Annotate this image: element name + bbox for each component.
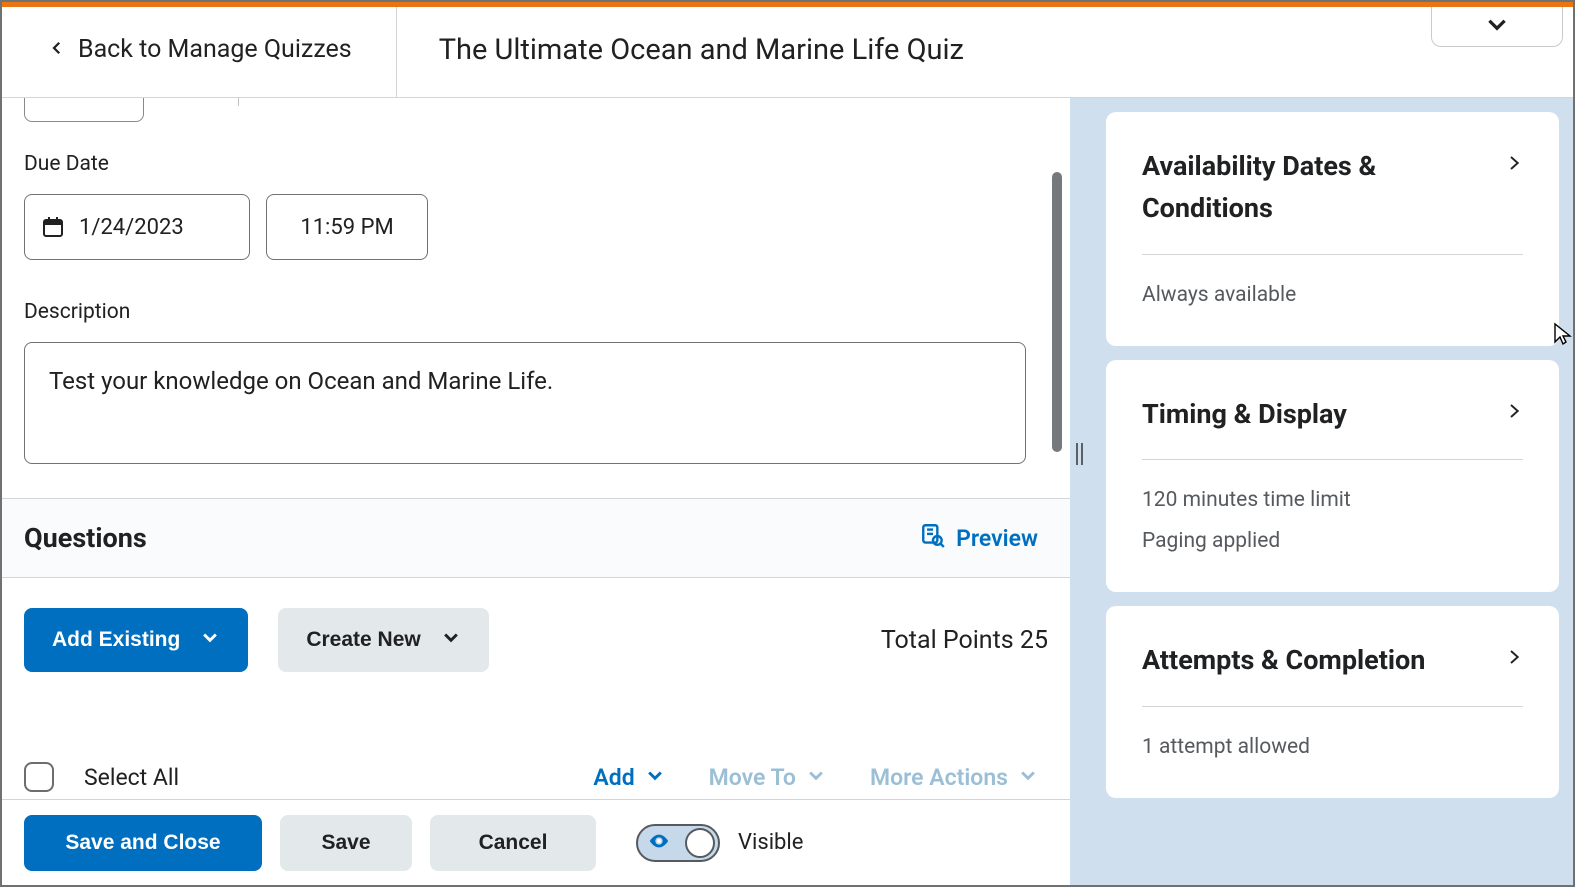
panel-attempts-meta: 1 attempt allowed bbox=[1142, 727, 1523, 768]
body: Due Date 1/24/2023 11:59 PM Description bbox=[2, 98, 1573, 885]
scrollbar-thumb[interactable] bbox=[1052, 172, 1062, 452]
visibility-label: Visible bbox=[738, 830, 803, 855]
more-actions-label: More Actions bbox=[870, 764, 1008, 791]
chevron-down-icon bbox=[806, 764, 826, 791]
footer-bar: Save and Close Save Cancel Visible bbox=[2, 799, 1070, 885]
panel-timing-header[interactable]: Timing & Display bbox=[1142, 394, 1523, 436]
panel-attempts-header[interactable]: Attempts & Completion bbox=[1142, 640, 1523, 682]
chevron-right-icon bbox=[1505, 648, 1523, 670]
toolbar-actions: Add Move To bbox=[593, 764, 1038, 791]
splitter-handle-icon bbox=[1076, 443, 1083, 465]
description-input[interactable]: Test your knowledge on Ocean and Marine … bbox=[24, 342, 1026, 464]
panel-availability-header[interactable]: Availability Dates & Conditions bbox=[1142, 146, 1523, 230]
chevron-down-icon bbox=[441, 627, 461, 653]
more-actions-dropdown[interactable]: More Actions bbox=[870, 764, 1038, 791]
description-value: Test your knowledge on Ocean and Marine … bbox=[49, 367, 553, 395]
chevron-down-icon bbox=[1484, 11, 1510, 41]
title-area: The Ultimate Ocean and Marine Life Quiz bbox=[397, 2, 964, 97]
total-points-label: Total Points 25 bbox=[881, 626, 1048, 655]
truncated-prev-section bbox=[24, 108, 1048, 130]
header-expand-tab[interactable] bbox=[1431, 5, 1563, 47]
chevron-left-icon bbox=[48, 39, 66, 61]
save-button[interactable]: Save bbox=[280, 815, 412, 871]
due-date-value: 1/24/2023 bbox=[79, 215, 184, 240]
select-all-label: Select All bbox=[84, 764, 179, 791]
chevron-down-icon bbox=[1018, 764, 1038, 791]
chevron-right-icon bbox=[1505, 154, 1523, 176]
due-date-row: 1/24/2023 11:59 PM bbox=[24, 194, 1048, 260]
app-frame: Back to Manage Quizzes The Ultimate Ocea… bbox=[0, 0, 1575, 887]
panel-meta-line: 120 minutes time limit bbox=[1142, 480, 1523, 521]
chevron-down-icon bbox=[200, 627, 220, 653]
page-title: The Ultimate Ocean and Marine Life Quiz bbox=[439, 33, 964, 67]
move-to-label: Move To bbox=[709, 764, 796, 791]
move-to-dropdown[interactable]: Move To bbox=[709, 764, 826, 791]
visibility-toggle-group: Visible bbox=[636, 824, 803, 862]
panel-attempts-title: Attempts & Completion bbox=[1142, 640, 1425, 682]
due-time-value: 11:59 PM bbox=[300, 215, 393, 240]
column-splitter[interactable] bbox=[1070, 98, 1092, 885]
add-label: Add bbox=[593, 764, 634, 791]
due-time-input[interactable]: 11:59 PM bbox=[266, 194, 428, 260]
question-list-toolbar: Select All Add Move To bbox=[24, 672, 1048, 792]
cancel-button[interactable]: Cancel bbox=[430, 815, 596, 871]
back-button[interactable]: Back to Manage Quizzes bbox=[2, 2, 397, 97]
save-and-close-button[interactable]: Save and Close bbox=[24, 815, 262, 871]
chevron-right-icon bbox=[1505, 402, 1523, 424]
questions-title: Questions bbox=[24, 522, 147, 554]
create-new-label: Create New bbox=[306, 628, 420, 652]
panel-timing-title: Timing & Display bbox=[1142, 394, 1347, 436]
add-existing-label: Add Existing bbox=[52, 628, 180, 652]
toggle-knob bbox=[685, 828, 715, 858]
due-date-input[interactable]: 1/24/2023 bbox=[24, 194, 250, 260]
questions-header-bar: Questions Preview bbox=[2, 498, 1070, 578]
panel-availability-meta: Always available bbox=[1142, 275, 1523, 316]
select-all-group: Select All bbox=[24, 762, 179, 792]
description-label: Description bbox=[24, 300, 1048, 324]
question-buttons-row: Add Existing Create New bbox=[24, 578, 1048, 672]
panel-availability: Availability Dates & Conditions Always a… bbox=[1106, 112, 1559, 346]
visibility-toggle[interactable] bbox=[636, 824, 720, 862]
panel-meta-line: Paging applied bbox=[1142, 521, 1523, 562]
eye-icon bbox=[648, 830, 670, 856]
due-date-label: Due Date bbox=[24, 152, 1048, 176]
save-and-close-label: Save and Close bbox=[65, 831, 220, 855]
select-all-checkbox[interactable] bbox=[24, 762, 54, 792]
add-existing-button[interactable]: Add Existing bbox=[24, 608, 248, 672]
cursor-icon bbox=[1551, 322, 1573, 346]
sidebar: Availability Dates & Conditions Always a… bbox=[1092, 98, 1573, 885]
create-new-button[interactable]: Create New bbox=[278, 608, 488, 672]
header: Back to Manage Quizzes The Ultimate Ocea… bbox=[2, 2, 1573, 98]
add-dropdown[interactable]: Add bbox=[593, 764, 664, 791]
preview-icon bbox=[920, 522, 946, 554]
panel-availability-title: Availability Dates & Conditions bbox=[1142, 146, 1482, 230]
main-column: Due Date 1/24/2023 11:59 PM Description bbox=[2, 98, 1070, 885]
preview-label: Preview bbox=[956, 525, 1038, 552]
chevron-down-icon bbox=[645, 764, 665, 791]
panel-timing: Timing & Display 120 minutes time limit … bbox=[1106, 360, 1559, 593]
save-label: Save bbox=[321, 831, 370, 855]
panel-meta-line: 1 attempt allowed bbox=[1142, 727, 1523, 768]
main-scroll-area: Due Date 1/24/2023 11:59 PM Description bbox=[2, 98, 1070, 799]
back-label: Back to Manage Quizzes bbox=[78, 35, 352, 64]
calendar-icon bbox=[41, 215, 65, 239]
brand-accent-bar bbox=[2, 2, 1573, 7]
panel-meta-line: Always available bbox=[1142, 275, 1523, 316]
panel-attempts: Attempts & Completion 1 attempt allowed bbox=[1106, 606, 1559, 798]
cancel-label: Cancel bbox=[479, 831, 548, 855]
preview-link[interactable]: Preview bbox=[920, 522, 1038, 554]
panel-timing-meta: 120 minutes time limit Paging applied bbox=[1142, 480, 1523, 562]
